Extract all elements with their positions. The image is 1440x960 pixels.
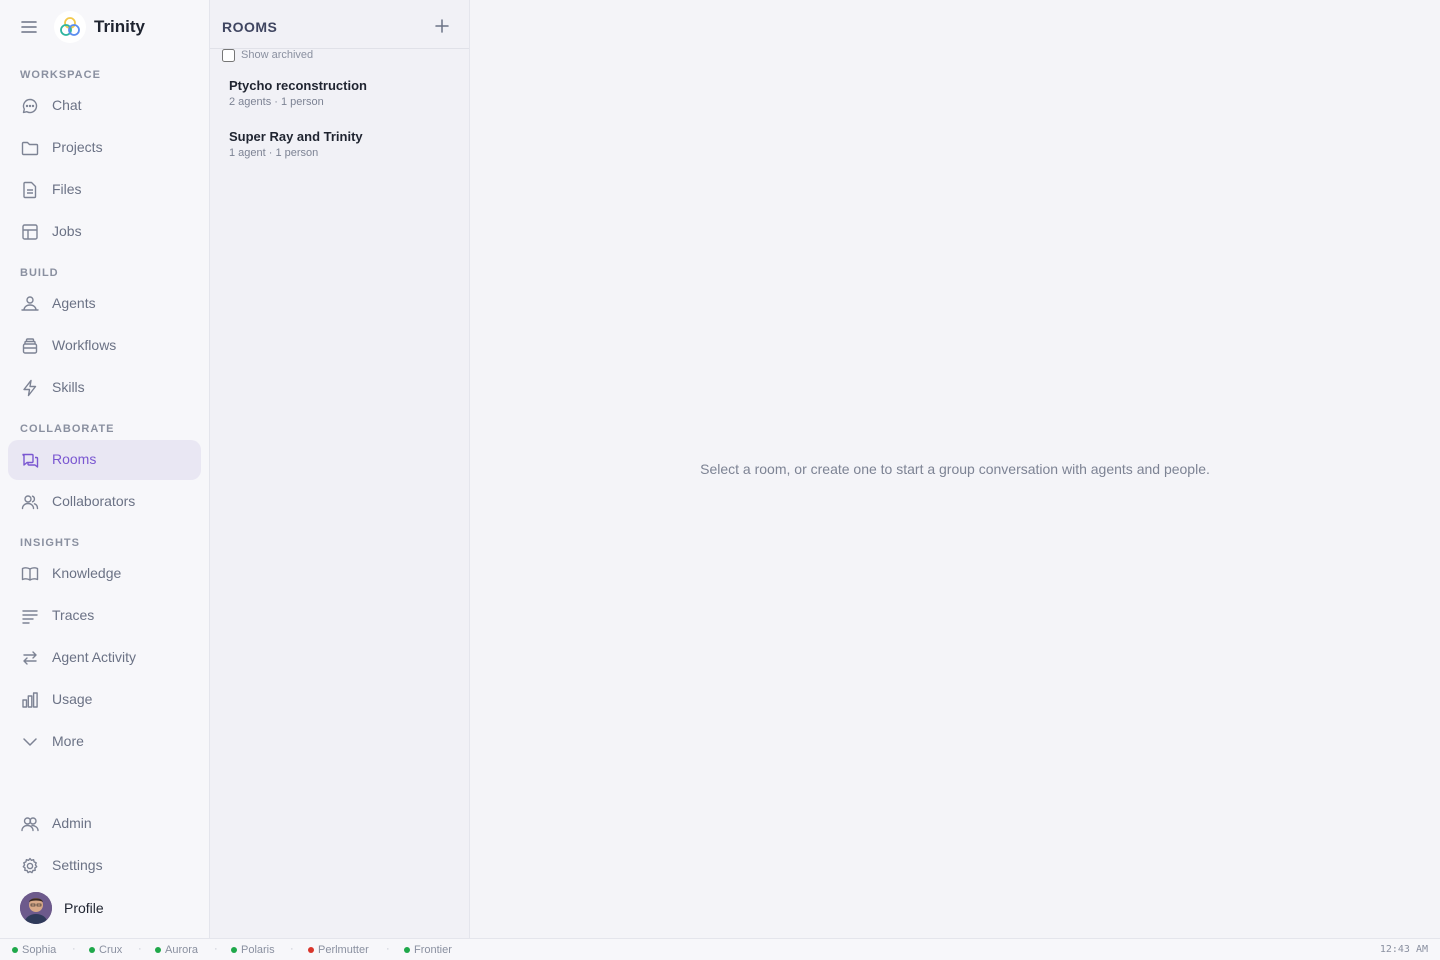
- sidebar-item-label: Files: [52, 181, 82, 197]
- rooms-icon: [20, 450, 40, 470]
- status-separator: ·: [386, 943, 390, 955]
- sidebar-item-usage[interactable]: Usage: [8, 680, 201, 720]
- sidebar-item-more[interactable]: More: [8, 722, 201, 762]
- status-separator: ·: [290, 943, 294, 955]
- sidebar-item-label: Workflows: [52, 337, 117, 353]
- sidebar-item-knowledge[interactable]: Knowledge: [8, 554, 201, 594]
- sidebar-item-chat[interactable]: Chat: [8, 86, 201, 126]
- room-list-item[interactable]: Super Ray and Trinity 1 agent · 1 person: [218, 129, 462, 173]
- sidebar-item-files[interactable]: Files: [8, 170, 201, 210]
- rooms-title: ROOMS: [222, 19, 278, 35]
- file-icon: [20, 180, 40, 200]
- avatar: [20, 892, 52, 924]
- hamburger-menu-icon[interactable]: [19, 17, 39, 37]
- chevron-down-icon: [20, 732, 40, 752]
- status-dot-icon: [308, 947, 314, 953]
- status-item-label: Crux: [99, 944, 123, 956]
- arrows-exchange-icon: [20, 648, 40, 668]
- section-label-workspace: WORKSPACE: [20, 69, 101, 81]
- main-content: Select a room, or create one to start a …: [470, 0, 1440, 938]
- stack-icon: [20, 336, 40, 356]
- users-icon: [20, 492, 40, 512]
- sidebar-item-rooms[interactable]: Rooms: [8, 440, 201, 480]
- sidebar-item-label: Agent Activity: [52, 649, 137, 665]
- status-dot-icon: [404, 947, 410, 953]
- agents-icon: [20, 294, 40, 314]
- section-label-insights: INSIGHTS: [20, 537, 80, 549]
- sidebar-item-label: Chat: [52, 97, 82, 113]
- sidebar: Trinity WORKSPACE Chat Projects Files Jo…: [0, 0, 210, 938]
- status-dot-icon: [12, 947, 18, 953]
- status-clock: 12:43 AM: [1379, 944, 1428, 955]
- sidebar-item-skills[interactable]: Skills: [8, 368, 201, 408]
- sidebar-item-label: Projects: [52, 139, 103, 155]
- sidebar-item-label: Knowledge: [52, 565, 122, 581]
- rooms-panel: ROOMS Show archived Ptycho reconstructio…: [210, 0, 470, 938]
- status-item-label: Perlmutter: [318, 944, 369, 956]
- sidebar-item-label: Collaborators: [52, 493, 136, 509]
- sidebar-item-label: Usage: [52, 691, 93, 707]
- book-icon: [20, 564, 40, 584]
- sidebar-item-agent-activity[interactable]: Agent Activity: [8, 638, 201, 678]
- admin-users-icon: [20, 814, 40, 834]
- section-label-collaborate: COLLABORATE: [20, 423, 115, 435]
- sidebar-item-label: Skills: [52, 379, 85, 395]
- status-separator: ·: [72, 943, 76, 955]
- sidebar-item-agents[interactable]: Agents: [8, 284, 201, 324]
- sidebar-item-settings[interactable]: Settings: [8, 846, 201, 886]
- status-dot-icon: [155, 947, 161, 953]
- status-item-label: Polaris: [241, 944, 275, 956]
- sidebar-item-label: Agents: [52, 295, 96, 311]
- sidebar-item-jobs[interactable]: Jobs: [8, 212, 201, 252]
- empty-state-message: Select a room, or create one to start a …: [700, 461, 1210, 477]
- room-name: Ptycho reconstruction: [229, 78, 367, 93]
- show-archived-checkbox[interactable]: [222, 49, 235, 62]
- rooms-header: ROOMS: [210, 0, 469, 49]
- add-room-plus-icon[interactable]: [432, 16, 452, 36]
- folder-icon: [20, 138, 40, 158]
- app-title: Trinity: [94, 17, 146, 36]
- sidebar-item-projects[interactable]: Projects: [8, 128, 201, 168]
- status-item-label: Frontier: [414, 944, 452, 956]
- trinity-logo-icon: [54, 11, 86, 43]
- brand-header: Trinity: [0, 0, 210, 54]
- sidebar-item-admin[interactable]: Admin: [8, 804, 201, 844]
- sidebar-item-label: Rooms: [52, 451, 97, 467]
- sidebar-item-label: Traces: [52, 607, 95, 623]
- room-list-item[interactable]: Ptycho reconstruction 2 agents · 1 perso…: [218, 78, 462, 122]
- room-meta: 1 agent · 1 person: [229, 147, 319, 159]
- sidebar-item-label: More: [52, 733, 84, 749]
- status-bar: Sophia · Crux · Aurora · Polaris · Perlm…: [0, 938, 1440, 960]
- room-name: Super Ray and Trinity: [229, 129, 363, 144]
- profile-button[interactable]: Profile: [8, 888, 201, 928]
- sidebar-item-collaborators[interactable]: Collaborators: [8, 482, 201, 522]
- bar-chart-icon: [20, 690, 40, 710]
- lines-icon: [20, 606, 40, 626]
- status-dot-icon: [89, 947, 95, 953]
- sidebar-item-label: Jobs: [52, 223, 82, 239]
- status-item-label: Aurora: [165, 944, 199, 956]
- status-separator: ·: [214, 943, 218, 955]
- status-separator: ·: [138, 943, 142, 955]
- sidebar-item-workflows[interactable]: Workflows: [8, 326, 201, 366]
- table-icon: [20, 222, 40, 242]
- show-archived-label: Show archived: [241, 49, 314, 61]
- sidebar-item-traces[interactable]: Traces: [8, 596, 201, 636]
- sidebar-item-label: Settings: [52, 857, 103, 873]
- lightning-icon: [20, 378, 40, 398]
- status-item-label: Sophia: [22, 944, 57, 956]
- section-label-build: BUILD: [20, 267, 59, 279]
- status-dot-icon: [231, 947, 237, 953]
- room-meta: 2 agents · 1 person: [229, 96, 324, 108]
- sidebar-item-label: Admin: [52, 815, 92, 831]
- chat-bubble-icon: [20, 96, 40, 116]
- gear-icon: [20, 856, 40, 876]
- profile-label: Profile: [64, 900, 104, 916]
